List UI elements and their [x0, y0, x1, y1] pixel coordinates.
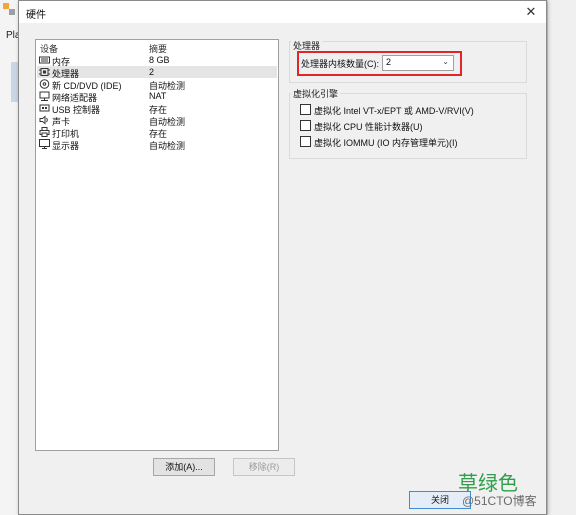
device-row-processor[interactable]: 处理器 2 [37, 66, 277, 79]
app-logo-icon [3, 3, 15, 15]
dialog-titlebar[interactable]: 硬件 ✕ [19, 1, 546, 23]
device-summary: NAT [149, 91, 167, 101]
device-row-cd-dvd[interactable]: 新 CD/DVD (IDE) 自动检测 [37, 78, 277, 91]
close-icon[interactable]: ✕ [522, 3, 540, 21]
remove-device-button[interactable]: 移除(R) [233, 458, 295, 476]
sound-icon [39, 115, 48, 125]
virtualize-cpu-counters-label[interactable]: 虚拟化 CPU 性能计数器(U) [314, 120, 423, 133]
device-row-network-adapter[interactable]: 网络适配器 NAT [37, 90, 277, 103]
display-icon [39, 139, 50, 149]
usb-icon [39, 104, 50, 112]
virtualize-iommu-checkbox[interactable] [300, 136, 311, 147]
device-summary: 8 GB [149, 55, 170, 65]
cd-dvd-icon [39, 79, 50, 89]
device-row-memory[interactable]: 内存 8 GB [37, 54, 277, 67]
device-name: 显示器 [52, 141, 80, 151]
device-row-usb-controller[interactable]: USB 控制器 存在 [37, 102, 277, 115]
device-row-printer[interactable]: 打印机 存在 [37, 126, 277, 139]
printer-icon [39, 127, 50, 137]
virtualization-group-title: 虚拟化引擎 [291, 87, 341, 100]
processor-icon [39, 68, 50, 76]
virtualize-iommu-label[interactable]: 虚拟化 IOMMU (IO 内存管理单元)(I) [314, 136, 458, 149]
virtualize-vtx-label[interactable]: 虚拟化 Intel VT-x/EPT 或 AMD-V/RVI(V) [314, 104, 474, 117]
memory-icon [39, 56, 50, 64]
background-right-pane [547, 0, 576, 515]
add-device-button[interactable]: 添加(A)... [153, 458, 215, 476]
watermark-caption: @51CTO博客 [462, 494, 537, 508]
device-list[interactable]: 设备 摘要 内存 8 GB 处理器 2 新 CD/DVD (IDE) 自动检测 … [35, 39, 279, 451]
processor-cores-select[interactable]: 2 ⌄ [382, 55, 454, 71]
virtualize-vtx-checkbox[interactable] [300, 104, 311, 115]
device-row-sound-card[interactable]: 声卡 自动检测 [37, 114, 277, 127]
processor-cores-value: 2 [386, 57, 392, 67]
network-adapter-icon [39, 91, 50, 101]
processor-cores-label: 处理器内核数量(C): [301, 59, 379, 69]
hardware-dialog: 硬件 ✕ 设备 摘要 内存 8 GB 处理器 2 新 CD/DVD (IDE) … [18, 0, 547, 515]
virtualize-cpu-counters-checkbox[interactable] [300, 120, 311, 131]
device-summary: 自动检测 [149, 141, 186, 151]
device-row-display[interactable]: 显示器 自动检测 [37, 138, 277, 151]
device-summary: 2 [149, 67, 155, 77]
dialog-title: 硬件 [26, 10, 46, 21]
chevron-down-icon[interactable]: ⌄ [442, 57, 449, 66]
